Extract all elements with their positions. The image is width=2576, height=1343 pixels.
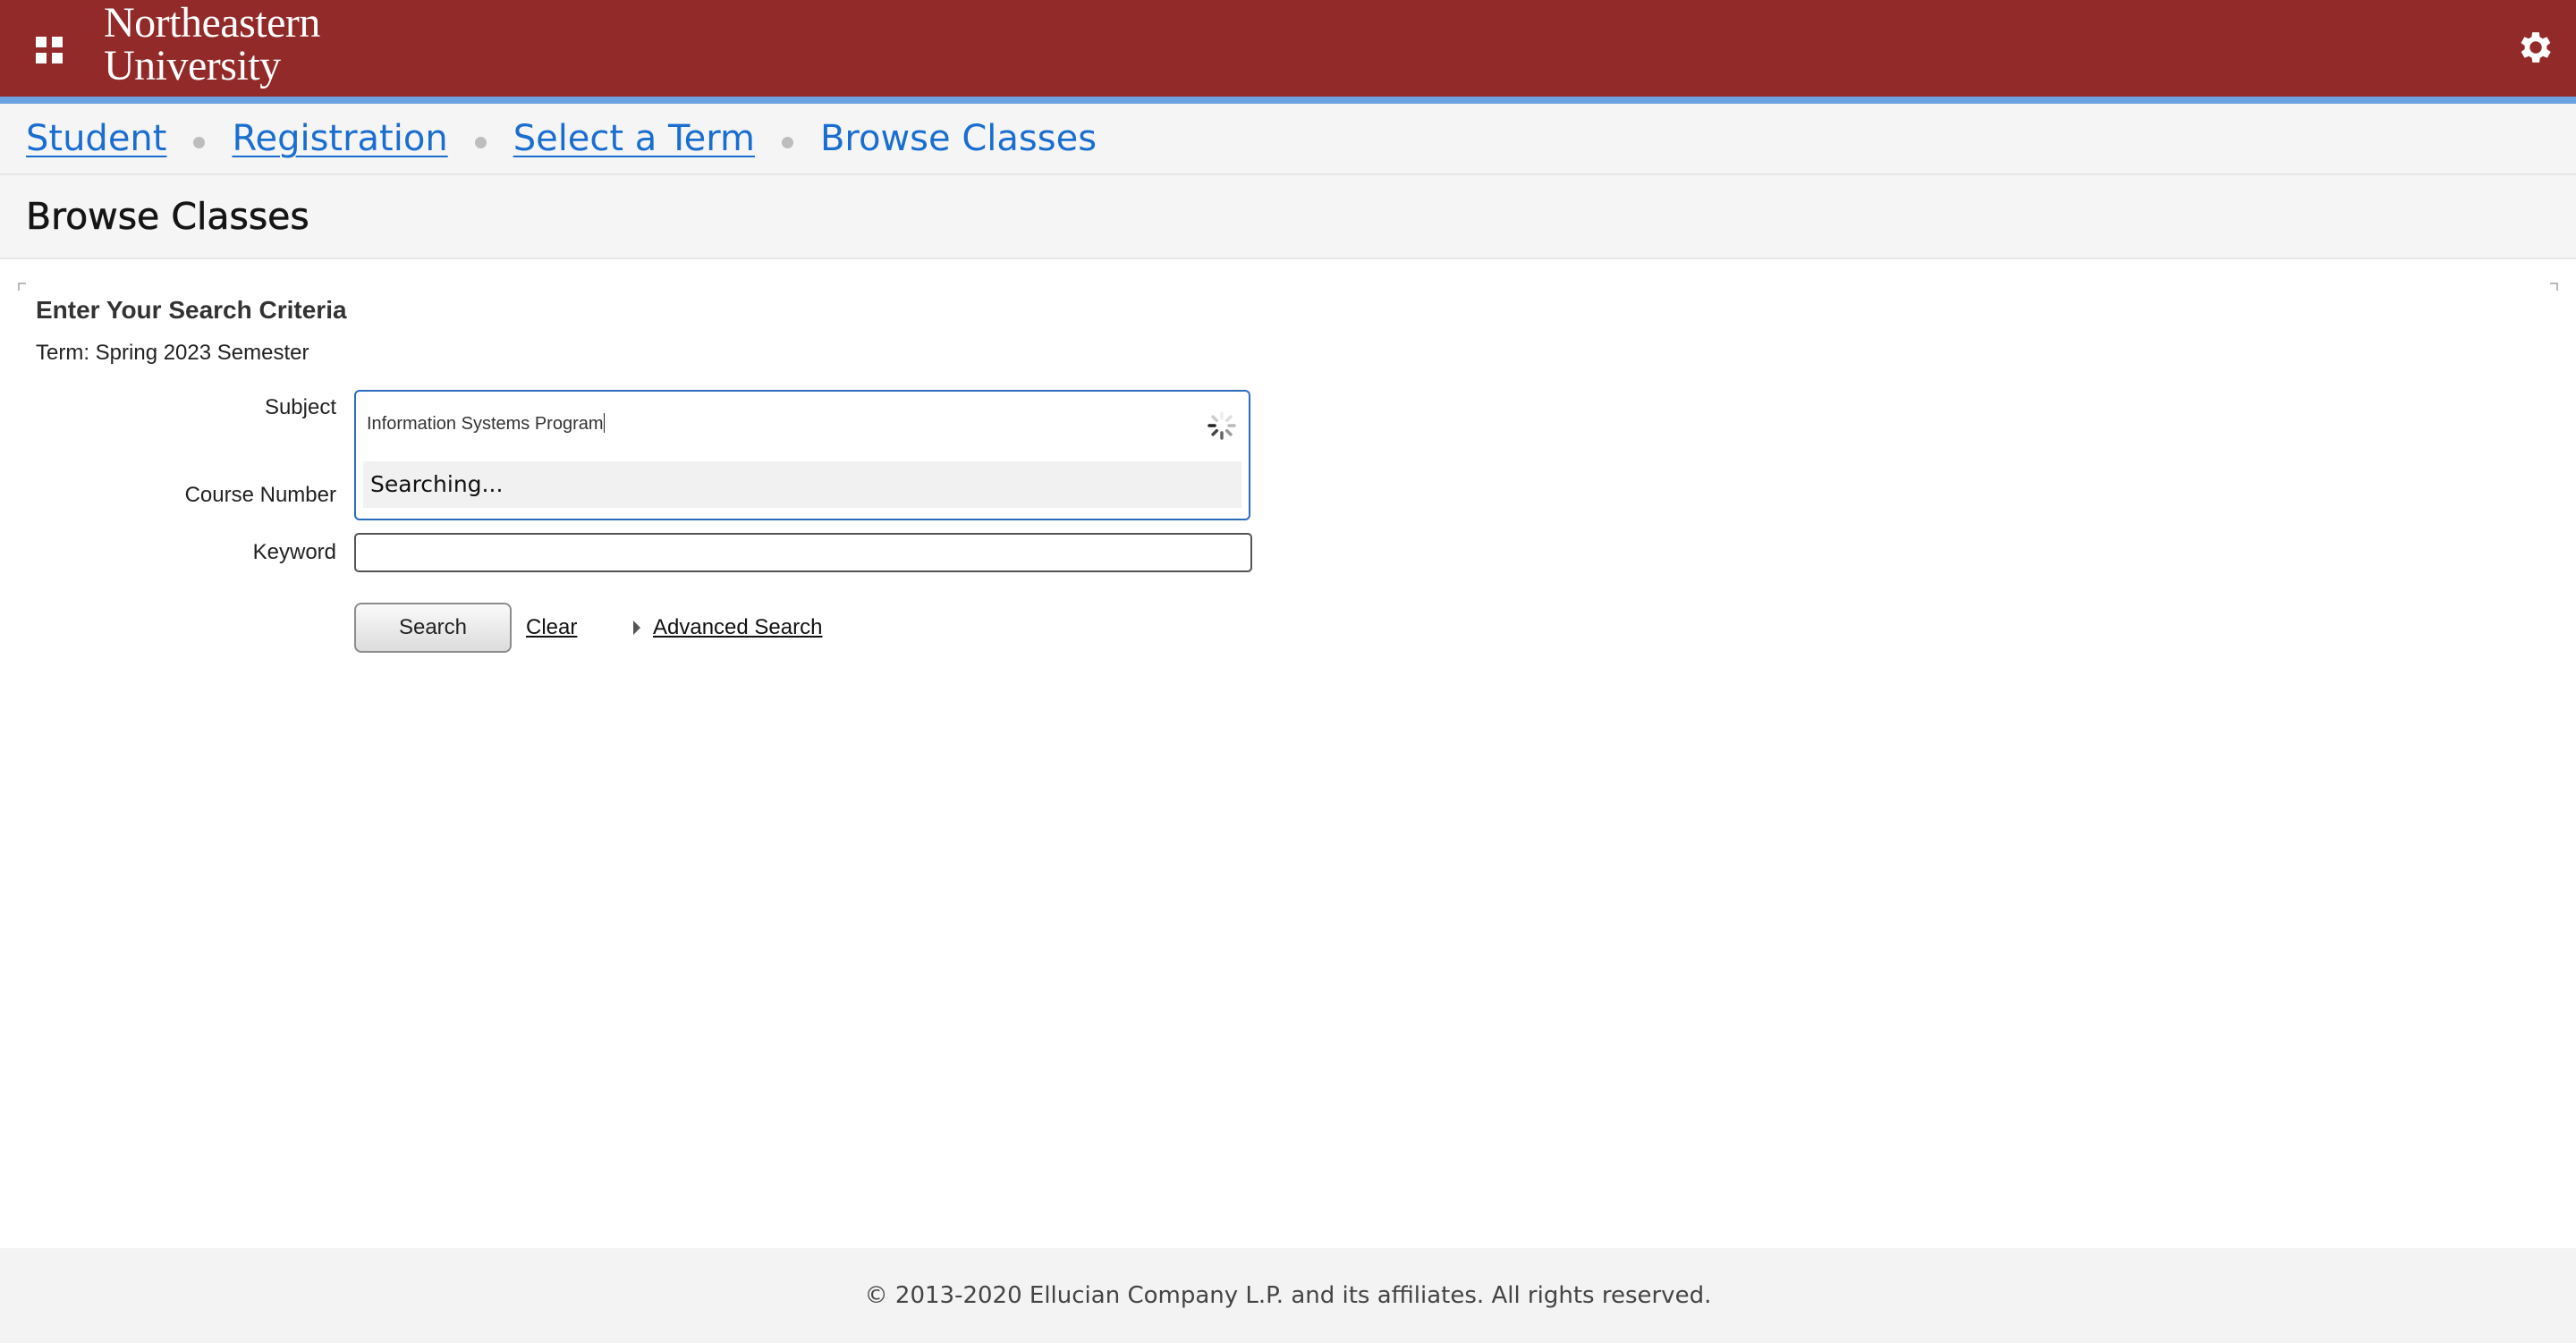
breadcrumb: Student Registration Select a Term Brows… xyxy=(0,104,2576,175)
subject-label: Subject xyxy=(264,395,336,419)
logo-line-2: University xyxy=(104,42,281,89)
university-logo[interactable]: Northeastern University xyxy=(104,2,320,88)
breadcrumb-select-term-link[interactable]: Select a Term xyxy=(513,115,755,162)
breadcrumb-current-page: Browse Classes xyxy=(819,118,1097,159)
loading-spinner-icon xyxy=(1208,411,1236,440)
apps-grid-icon[interactable] xyxy=(36,37,63,63)
clear-link[interactable]: Clear xyxy=(526,615,577,640)
breadcrumb-separator xyxy=(474,136,487,148)
top-banner: Northeastern University xyxy=(0,0,2576,104)
breadcrumb-registration-link[interactable]: Registration xyxy=(232,115,447,162)
breadcrumb-separator xyxy=(193,136,206,148)
subject-input[interactable]: Information Systems Program xyxy=(367,413,1172,435)
footer: © 2013-2020 Ellucian Company L.P. and it… xyxy=(0,1248,2576,1343)
subject-input-value: Information Systems Program xyxy=(367,414,604,434)
panel-corner-left xyxy=(18,283,26,291)
footer-copyright: © 2013-2020 Ellucian Company L.P. and it… xyxy=(864,1282,1712,1309)
search-button[interactable]: Search xyxy=(354,603,512,653)
breadcrumb-separator xyxy=(781,136,793,148)
course-number-label: Course Number xyxy=(184,483,336,507)
page-title-bar: Browse Classes xyxy=(0,175,2576,259)
keyword-input[interactable] xyxy=(354,533,1252,572)
caret-right-icon xyxy=(633,621,640,635)
gear-icon[interactable] xyxy=(2515,27,2556,68)
dropdown-searching-status: Searching... xyxy=(363,461,1241,508)
subject-field[interactable]: Information Systems Program xyxy=(354,390,1250,463)
subject-autocomplete-dropdown: Searching... xyxy=(354,461,1250,520)
breadcrumb-student-link[interactable]: Student xyxy=(26,115,166,162)
text-caret xyxy=(603,413,605,433)
advanced-search-toggle[interactable]: Advanced Search xyxy=(633,615,822,640)
page-title: Browse Classes xyxy=(26,195,309,239)
search-criteria-heading: Enter Your Search Criteria xyxy=(36,296,347,324)
logo-line-1: Northeastern xyxy=(104,0,320,46)
panel-corner-right xyxy=(2550,283,2558,291)
term-label: Term: Spring 2023 Semester xyxy=(36,341,309,365)
advanced-search-link[interactable]: Advanced Search xyxy=(653,615,822,640)
keyword-label: Keyword xyxy=(252,540,336,564)
